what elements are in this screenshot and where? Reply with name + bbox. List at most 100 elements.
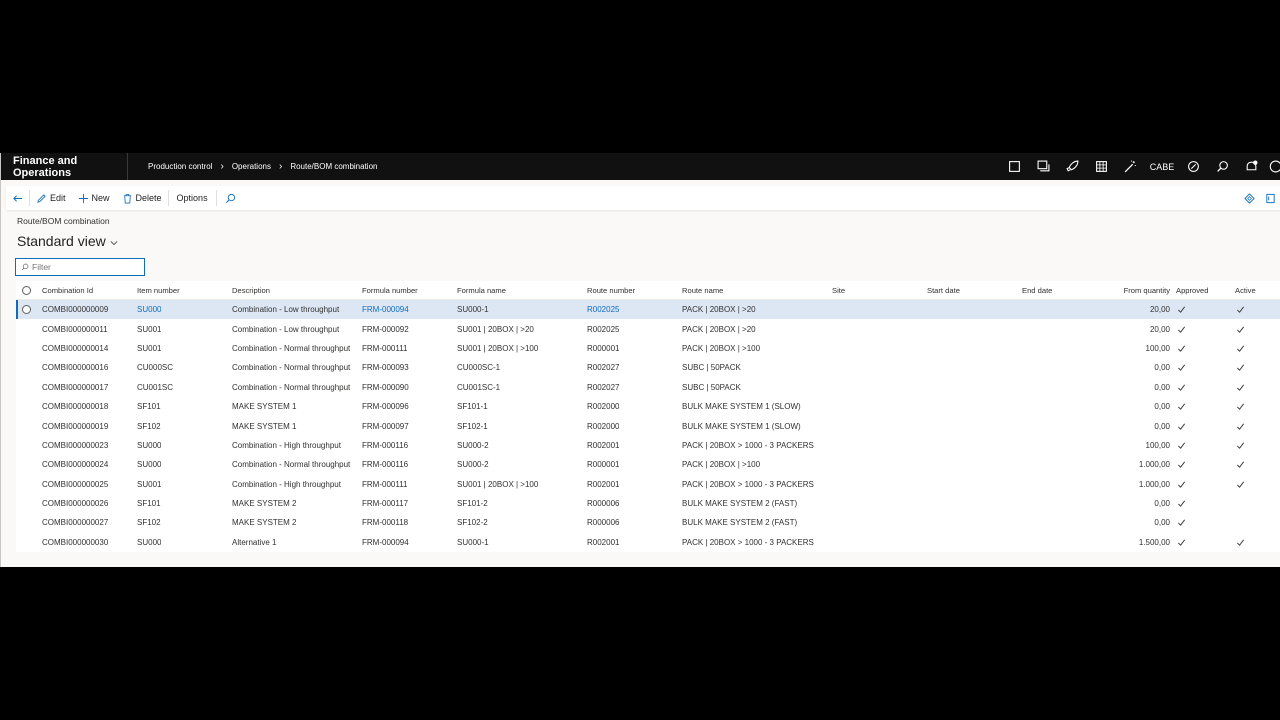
cell-combination-id: COMBI000000030 [42, 537, 109, 547]
table-row[interactable]: COMBI000000030 SU000 Alternative 1 FRM-0… [16, 532, 1280, 553]
cell-formula-name: SF101-1 [457, 402, 488, 412]
copy-window-icon[interactable] [1029, 153, 1058, 180]
col-description[interactable]: Description [232, 281, 270, 299]
cell-route-number: R002000 [587, 421, 620, 431]
breadcrumb-operations[interactable]: Operations [232, 162, 271, 171]
new-button[interactable]: New [72, 186, 116, 210]
breadcrumb-route-bom[interactable]: Route/BOM combination [290, 162, 377, 171]
col-formula-name[interactable]: Formula name [457, 281, 506, 299]
cell-formula-number: FRM-000096 [362, 402, 409, 412]
table-row[interactable]: COMBI000000017 CU001SC Combination - Nor… [16, 377, 1280, 397]
table-row[interactable]: COMBI000000018 SF101 MAKE SYSTEM 1 FRM-0… [16, 396, 1280, 417]
breadcrumb-production-control[interactable]: Production control [148, 162, 212, 171]
cell-route-name: BULK MAKE SYSTEM 2 (FAST) [682, 518, 798, 528]
cell-item-number: SU001 [137, 324, 162, 334]
copilot-icon[interactable] [1179, 153, 1208, 180]
table-row[interactable]: COMBI000000009 SU000 Combination - Low t… [16, 300, 1280, 320]
cell-route-number: R002001 [587, 440, 620, 450]
delete-button[interactable]: Delete [116, 186, 168, 210]
table-row[interactable]: COMBI000000024 SU000 Combination - Norma… [16, 455, 1280, 475]
table-row[interactable]: COMBI000000016 CU000SC Combination - Nor… [16, 358, 1280, 378]
action-pane-right-icons [1244, 186, 1280, 210]
table-row[interactable]: COMBI000000025 SU001 Combination - High … [16, 474, 1280, 494]
cell-approved [1177, 455, 1186, 474]
cell-formula-name: SU001 | 20BOX | >100 [457, 343, 539, 353]
table-row[interactable]: COMBI000000014 SU001 Combination - Norma… [16, 338, 1280, 359]
cell-active [1236, 358, 1245, 377]
table-row[interactable]: COMBI000000026 SF101 MAKE SYSTEM 2 FRM-0… [16, 493, 1280, 514]
table-row[interactable]: COMBI000000019 SF102 MAKE SYSTEM 1 FRM-0… [16, 416, 1280, 436]
view-selector[interactable]: Standard view [17, 233, 118, 249]
col-combination-id[interactable]: Combination Id [42, 281, 93, 299]
select-all-radio[interactable] [22, 281, 31, 299]
search-icon[interactable] [1208, 153, 1237, 180]
cell-item-number: SF101 [137, 402, 161, 412]
table-row[interactable]: COMBI000000023 SU000 Combination - High … [16, 435, 1280, 456]
plus-icon [78, 193, 88, 203]
cell-active [1236, 416, 1245, 435]
edit-button[interactable]: Edit [30, 186, 72, 210]
filter-input-box[interactable] [15, 258, 145, 276]
cell-route-number: R000006 [587, 518, 620, 528]
company-label[interactable]: CABE [1145, 153, 1179, 180]
col-route-name[interactable]: Route name [682, 281, 723, 299]
checkmark-icon [1178, 403, 1186, 411]
col-end-date[interactable]: End date [1022, 281, 1052, 299]
cell-item-number: CU001SC [137, 382, 174, 392]
checkmark-icon [1178, 461, 1186, 469]
col-formula-number[interactable]: Formula number [362, 281, 418, 299]
notification-icon[interactable] [1237, 153, 1266, 180]
col-active[interactable]: Active [1235, 281, 1256, 299]
row-select-radio[interactable] [22, 300, 31, 319]
profile-icon[interactable] [1266, 153, 1280, 180]
cell-formula-name: SU000-1 [457, 305, 489, 315]
filter-input[interactable] [32, 262, 132, 272]
cell-description: Combination - Normal throughput [232, 382, 351, 392]
calculator-icon[interactable] [1087, 153, 1116, 180]
checkmark-icon [1237, 481, 1245, 488]
cell-from-quantity: 1.500,00 [1138, 537, 1170, 547]
cell-approved [1177, 358, 1186, 377]
cell-from-quantity: 0,00 [1154, 402, 1170, 412]
checkmark-icon [1237, 326, 1245, 333]
back-button[interactable] [6, 186, 29, 210]
checkmark-icon [1237, 345, 1245, 352]
app-title[interactable]: Finance and Operations [0, 153, 128, 180]
checkmark-icon [1178, 481, 1186, 488]
col-approved[interactable]: Approved [1176, 281, 1209, 299]
cell-formula-name: CU001SC-1 [457, 382, 501, 392]
cell-formula-number: FRM-000090 [362, 382, 409, 392]
cell-approved [1177, 494, 1186, 513]
action-pane: Edit New Delete Options [6, 186, 1280, 210]
rocket-icon[interactable] [1058, 153, 1087, 180]
checkmark-icon [1178, 306, 1186, 314]
cell-item-number: SU001 [137, 479, 162, 489]
diamond-icon[interactable] [1244, 192, 1255, 204]
cell-approved [1177, 513, 1186, 532]
cell-description: Combination - Normal throughput [232, 343, 351, 353]
col-route-number[interactable]: Route number [587, 281, 635, 299]
checkmark-icon [1237, 384, 1245, 391]
table-row[interactable]: COMBI000000011 SU001 Combination - Low t… [16, 319, 1280, 339]
office-icon[interactable] [1265, 193, 1276, 204]
cell-from-quantity: 0,00 [1154, 499, 1170, 509]
table-row[interactable]: COMBI000000027 SF102 MAKE SYSTEM 2 FRM-0… [16, 513, 1280, 533]
cell-combination-id: COMBI000000027 [42, 518, 109, 528]
cell-route-number: R000001 [587, 460, 620, 470]
action-search-button[interactable] [217, 186, 244, 210]
col-item-number[interactable]: Item number [137, 281, 180, 299]
options-label: Options [176, 193, 208, 203]
col-start-date[interactable]: Start date [927, 281, 960, 299]
cell-combination-id: COMBI000000018 [42, 402, 109, 412]
cell-item-number: CU000SC [137, 363, 174, 373]
cell-from-quantity: 100,00 [1145, 440, 1170, 450]
cell-formula-number: FRM-000094 [362, 305, 409, 315]
cell-combination-id: COMBI000000019 [42, 421, 109, 431]
square-icon[interactable] [1000, 153, 1029, 180]
col-site[interactable]: Site [832, 281, 845, 299]
col-from-quantity[interactable]: From quantity [1102, 281, 1170, 299]
options-button[interactable]: Options [169, 186, 216, 210]
checkmark-icon [1178, 442, 1186, 449]
magic-wand-icon[interactable] [1116, 153, 1145, 180]
cell-formula-name: SU000-2 [457, 460, 489, 470]
